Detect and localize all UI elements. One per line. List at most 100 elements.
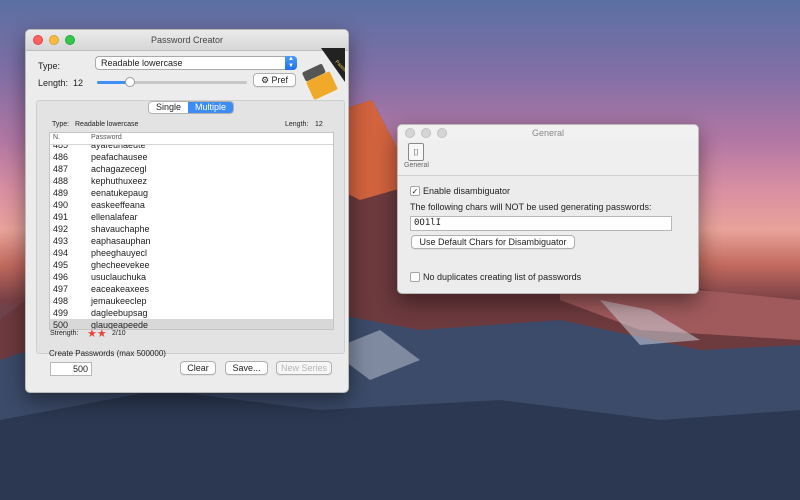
- title-bar: Password Creator: [26, 30, 348, 51]
- gear-icon: ⚙: [260, 75, 270, 85]
- chevron-updown-icon: ▲ ▼: [285, 56, 297, 70]
- general-preferences-window: General ⌷ General ✓ Enable disambiguator…: [397, 124, 699, 294]
- table-row[interactable]: 498 jemaukeeclep: [50, 295, 333, 307]
- minimize-button[interactable]: [49, 35, 59, 45]
- row-number: 488: [53, 176, 69, 186]
- row-password: jemaukeeclep: [91, 296, 147, 306]
- row-password: eaceakeaxees: [91, 284, 150, 294]
- row-password: eenatukepaug: [91, 188, 149, 198]
- row-password: eaphasauphan: [91, 236, 151, 246]
- length-value: 12: [73, 78, 84, 88]
- strength-value: 2/10: [112, 330, 126, 337]
- minimize-button[interactable]: [421, 128, 431, 138]
- preferences-toolbar: ⌷ General: [398, 141, 698, 176]
- no-duplicates-checkbox[interactable]: [410, 272, 420, 282]
- default-chars-button[interactable]: Use Default Chars for Disambiguator: [411, 235, 575, 249]
- enable-disambiguator-label: Enable disambiguator: [423, 186, 511, 196]
- title-bar: General: [398, 125, 698, 142]
- table-row[interactable]: 497 eaceakeaxees: [50, 283, 333, 295]
- table-row[interactable]: 490 easkeeffeana: [50, 199, 333, 211]
- row-number: 489: [53, 188, 69, 198]
- close-button[interactable]: [405, 128, 415, 138]
- table-row[interactable]: 493 eaphasauphan: [50, 235, 333, 247]
- table-row[interactable]: 486 peafachausee: [50, 151, 333, 163]
- info-type-value: Readable lowercase: [75, 121, 139, 128]
- row-number: 495: [53, 260, 69, 270]
- row-password: ghecheevekee: [91, 260, 150, 270]
- general-switch-icon: ⌷: [408, 143, 424, 161]
- create-passwords-label: Create Passwords (max 500000): [49, 349, 166, 358]
- info-length-value: 12: [315, 121, 323, 128]
- row-password: achagazecegl: [91, 164, 147, 174]
- password-table[interactable]: N. Password 485 ayafeuhaeute 486 peafacha…: [49, 132, 334, 330]
- table-row[interactable]: 492 shavauchaphe: [50, 223, 333, 235]
- row-password: shavauchaphe: [91, 224, 150, 234]
- table-row[interactable]: 489 eenatukepaug: [50, 187, 333, 199]
- row-number: 487: [53, 164, 69, 174]
- table-row[interactable]: 495 ghecheevekee: [50, 259, 333, 271]
- zoom-button[interactable]: [437, 128, 447, 138]
- save-button[interactable]: Save...: [225, 361, 268, 375]
- type-select-value: Readable lowercase: [101, 58, 183, 68]
- zoom-button[interactable]: [65, 35, 75, 45]
- row-password: peafachausee: [91, 152, 148, 162]
- star-icon: ★: [87, 328, 97, 340]
- disambiguator-chars-label: The following chars will NOT be used gen…: [410, 202, 652, 212]
- star-icon: ★: [96, 328, 107, 340]
- segment-multiple[interactable]: Multiple: [188, 102, 234, 113]
- window-title: Password Creator: [150, 35, 224, 45]
- type-select[interactable]: Readable lowercase ▲ ▼: [95, 56, 297, 70]
- row-number: 494: [53, 248, 69, 258]
- table-row[interactable]: 487 achagazecegl: [50, 163, 333, 175]
- row-password: pheeghauyecl: [91, 248, 148, 258]
- password-creator-window: Password Creator Type: Readable lowercas…: [25, 29, 349, 393]
- info-length-label: Length:: [285, 121, 309, 128]
- column-header-n: N.: [53, 134, 60, 141]
- create-count-input[interactable]: 500: [50, 362, 92, 376]
- table-row[interactable]: 488 kephuthuxeez: [50, 175, 333, 187]
- row-number: 492: [53, 224, 69, 234]
- strength-stars: ★★: [87, 327, 107, 340]
- table-row[interactable]: 491 ellenalafear: [50, 211, 333, 223]
- toolbar-general-label: General: [404, 162, 429, 169]
- row-number: 490: [53, 200, 69, 210]
- row-number: 498: [53, 296, 69, 306]
- table-row[interactable]: 499 dagleebupsag: [50, 307, 333, 319]
- row-number: 491: [53, 212, 69, 222]
- length-label: Length:: [38, 78, 69, 88]
- strength-label: Strength:: [50, 330, 79, 337]
- app-logo-icon: Password: [302, 48, 345, 100]
- type-label: Type:: [38, 61, 61, 71]
- window-title: General: [531, 128, 565, 138]
- length-slider[interactable]: [97, 77, 247, 87]
- checkmark-icon: ✓: [411, 187, 419, 196]
- row-password: usuclauchuka: [91, 272, 147, 282]
- segment-single[interactable]: Single: [149, 102, 189, 113]
- mode-segmented-control[interactable]: Single Multiple: [148, 101, 235, 114]
- row-password: easkeeffeana: [91, 200, 145, 210]
- row-password: dagleebupsag: [91, 308, 148, 318]
- row-number: 499: [53, 308, 69, 318]
- table-row[interactable]: 496 usuclauchuka: [50, 271, 333, 283]
- disambiguator-chars-input[interactable]: 0O1lI: [410, 216, 672, 231]
- table-header: N. Password: [50, 133, 333, 145]
- enable-disambiguator-checkbox[interactable]: ✓: [410, 186, 420, 196]
- length-slider-knob[interactable]: [125, 77, 135, 87]
- no-duplicates-label: No duplicates creating list of passwords: [423, 272, 582, 282]
- table-row[interactable]: 494 pheeghauyecl: [50, 247, 333, 259]
- clear-button[interactable]: Clear: [180, 361, 216, 375]
- pref-button-label: Pref: [271, 75, 289, 85]
- close-button[interactable]: [33, 35, 43, 45]
- pref-button[interactable]: ⚙ Pref: [253, 73, 296, 87]
- row-number: 496: [53, 272, 69, 282]
- row-password: ellenalafear: [91, 212, 138, 222]
- new-series-button[interactable]: New Series: [276, 361, 332, 375]
- row-number: 500: [53, 320, 69, 330]
- toolbar-general-item[interactable]: ⌷ General: [404, 143, 429, 169]
- row-password: kephuthuxeez: [91, 176, 148, 186]
- row-number: 486: [53, 152, 69, 162]
- table-body: 486 peafachausee 487 achagazecegl 488 kephuth…: [50, 151, 333, 330]
- row-number: 497: [53, 284, 69, 294]
- column-header-password: Password: [91, 134, 122, 141]
- row-number: 493: [53, 236, 69, 246]
